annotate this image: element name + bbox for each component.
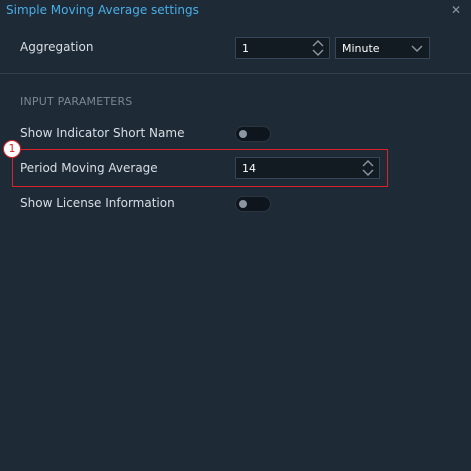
toggle-knob	[239, 130, 247, 138]
section-heading: INPUT PARAMETERS	[20, 95, 133, 108]
aggregation-value: 1	[242, 42, 249, 55]
title-bar: Simple Moving Average settings ✕	[0, 0, 471, 22]
close-icon[interactable]: ✕	[451, 3, 461, 17]
period-label: Period Moving Average	[20, 161, 158, 175]
window-title: Simple Moving Average settings	[6, 3, 199, 17]
period-value: 14	[242, 162, 256, 175]
spinner-arrows-icon[interactable]	[361, 160, 375, 176]
short-name-label: Show Indicator Short Name	[20, 126, 185, 140]
aggregation-label: Aggregation	[20, 40, 94, 54]
aggregation-value-input[interactable]: 1	[235, 37, 330, 59]
annotation-marker: 1	[3, 140, 21, 158]
short-name-toggle[interactable]	[235, 126, 271, 142]
aggregation-unit: Minute	[342, 42, 380, 55]
period-input[interactable]: 14	[235, 157, 380, 179]
divider	[0, 73, 471, 74]
license-label: Show License Information	[20, 196, 175, 210]
chevron-down-icon	[411, 45, 423, 52]
spinner-arrows-icon[interactable]	[311, 40, 325, 56]
aggregation-unit-select[interactable]: Minute	[335, 37, 430, 59]
toggle-knob	[239, 200, 247, 208]
license-toggle[interactable]	[235, 196, 271, 212]
